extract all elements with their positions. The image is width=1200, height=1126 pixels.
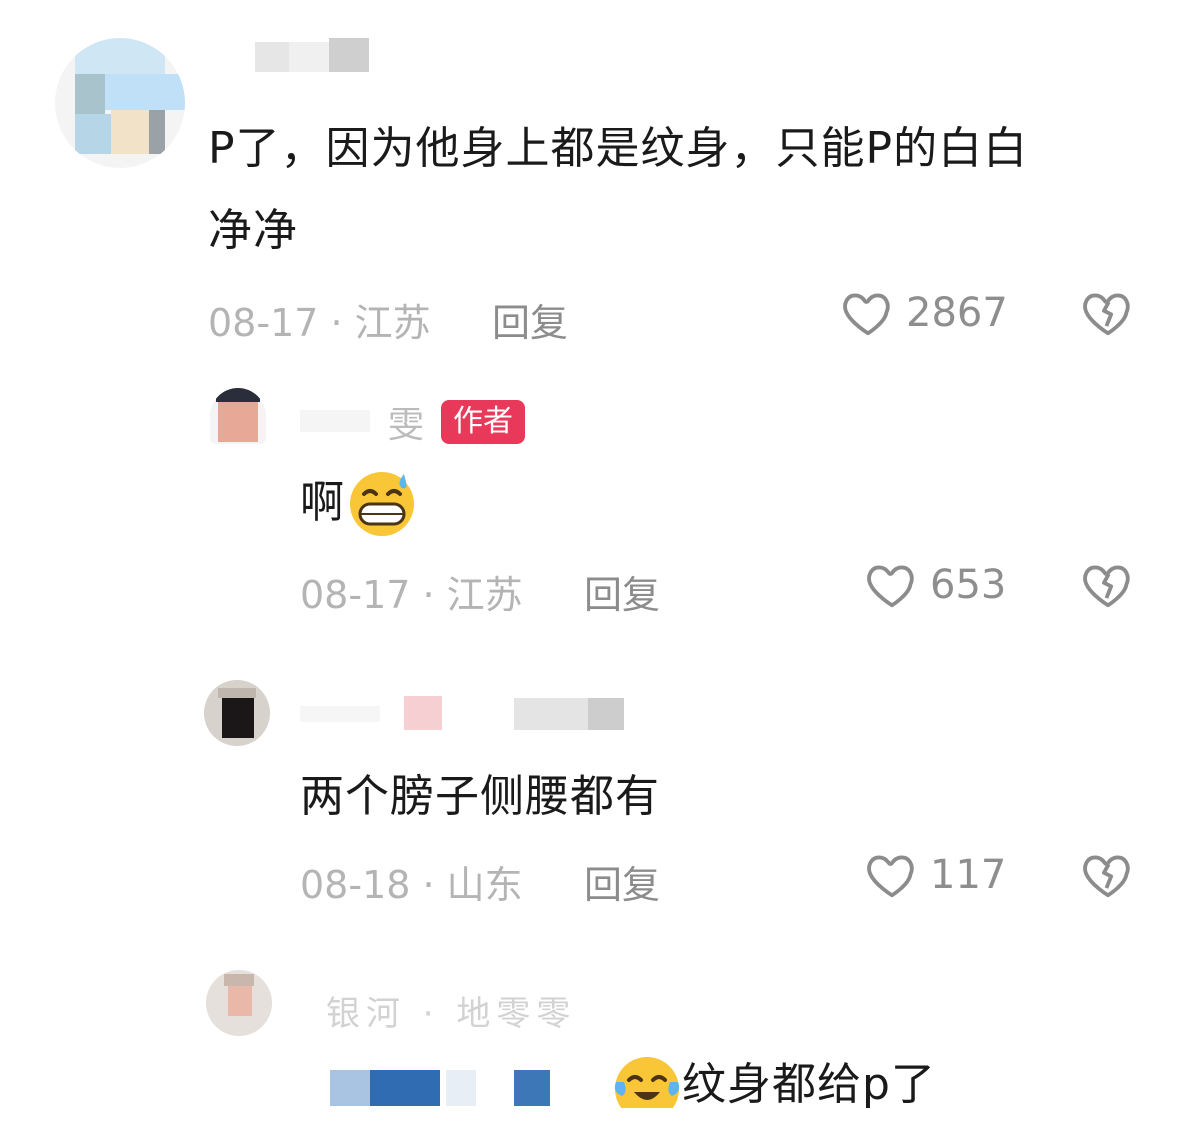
comment-text: 纹身都给p了 bbox=[682, 1059, 936, 1110]
comment-text-continued: 净净 bbox=[208, 205, 298, 256]
comment-text: P了，因为他身上都是纹身，只能P的白白 bbox=[208, 123, 1029, 174]
username-blurred[interactable] bbox=[300, 690, 640, 740]
username-blurred[interactable] bbox=[215, 38, 385, 78]
reply-button[interactable]: 回复 bbox=[584, 564, 660, 619]
like-count: 653 bbox=[930, 562, 1007, 608]
avatar[interactable] bbox=[206, 970, 272, 1036]
date-location: 08-18 · 山东 bbox=[300, 863, 523, 907]
avatar[interactable] bbox=[210, 388, 266, 444]
heart-outline-icon[interactable] bbox=[864, 558, 920, 612]
crying-laughing-icon bbox=[614, 1057, 680, 1108]
username-blurred[interactable]: 银河 · 地零零 bbox=[326, 986, 576, 1035]
broken-heart-icon[interactable] bbox=[1080, 848, 1136, 902]
date-location: 08-17 · 江苏 bbox=[208, 301, 431, 345]
blurred-mention[interactable] bbox=[320, 1066, 560, 1108]
comment-text: 啊 bbox=[300, 477, 345, 528]
username-fragment: 雯 bbox=[388, 405, 425, 446]
like-count: 2867 bbox=[906, 290, 1008, 336]
reply-button[interactable]: 回复 bbox=[492, 292, 568, 347]
heart-outline-icon[interactable] bbox=[864, 848, 920, 902]
avatar[interactable] bbox=[55, 38, 185, 168]
comment-text: 两个膀子侧腰都有 bbox=[300, 771, 660, 822]
avatar[interactable] bbox=[204, 680, 270, 746]
date-location: 08-17 · 江苏 bbox=[300, 573, 523, 617]
grinning-sweat-icon bbox=[350, 472, 414, 536]
broken-heart-icon[interactable] bbox=[1080, 286, 1136, 340]
broken-heart-icon[interactable] bbox=[1080, 558, 1136, 612]
heart-outline-icon[interactable] bbox=[840, 286, 896, 340]
like-count: 117 bbox=[930, 852, 1007, 898]
author-badge: 作者 bbox=[441, 400, 525, 444]
reply-button[interactable]: 回复 bbox=[584, 854, 660, 909]
username-blurred[interactable]: 雯 bbox=[300, 396, 436, 446]
